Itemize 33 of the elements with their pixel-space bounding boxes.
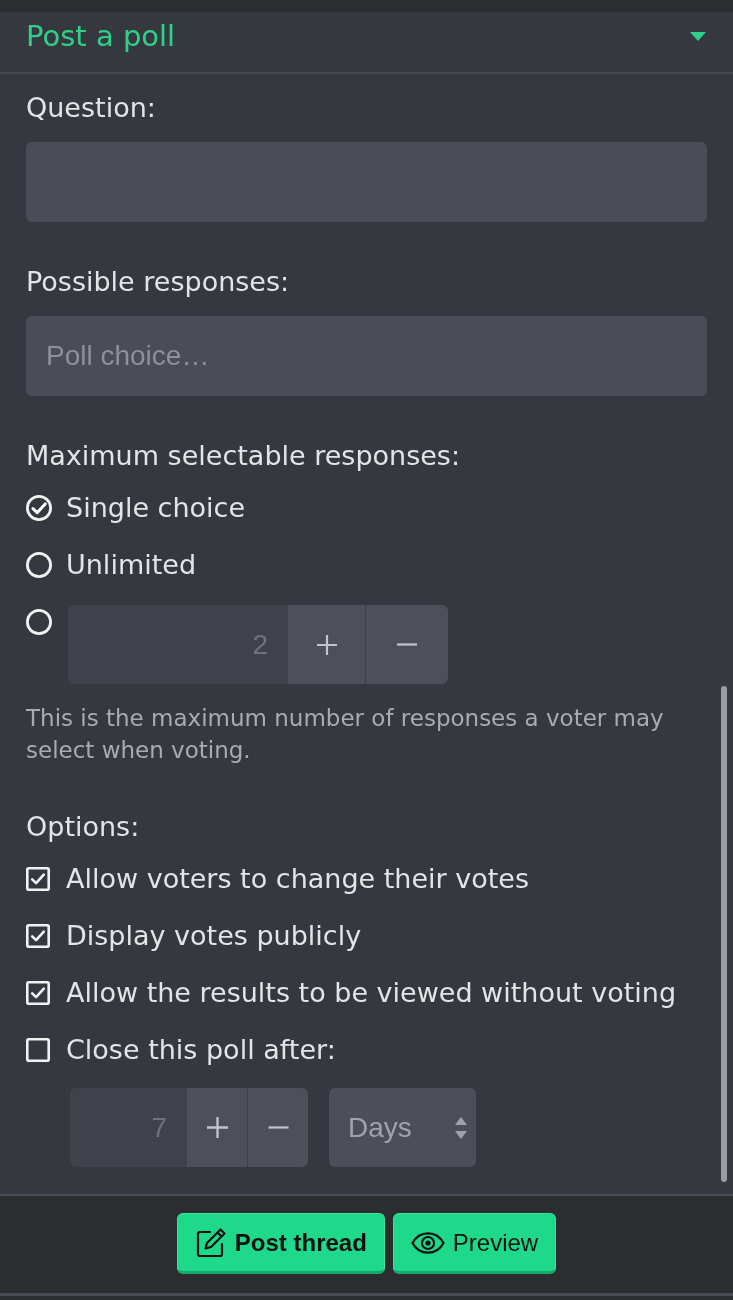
radio-button[interactable] (26, 552, 52, 578)
preview-button[interactable]: Preview (392, 1213, 557, 1274)
group-label: Maximum selectable responses: (26, 439, 462, 473)
option-label[interactable]: Allow voters to change their votes (66, 862, 529, 896)
scrollbar-thumb[interactable] (721, 686, 727, 1182)
checkbox[interactable] (26, 1038, 50, 1062)
post-thread-button[interactable]: Post thread (176, 1213, 385, 1274)
option-label[interactable]: Single choice (66, 491, 246, 525)
section-title[interactable]: Post a poll (26, 18, 176, 54)
caret-icon[interactable] (690, 31, 706, 41)
checkbox[interactable] (26, 924, 50, 948)
option-label[interactable]: Unlimited (66, 548, 197, 582)
plus-icon (316, 634, 337, 655)
radio-button[interactable] (26, 609, 52, 635)
minus-icon (397, 643, 417, 646)
minus-icon (267, 1126, 289, 1129)
radio-button[interactable] (26, 495, 52, 521)
field-label: Question: (26, 91, 157, 125)
checkbox[interactable] (26, 867, 50, 891)
eye-icon (410, 1231, 445, 1254)
updown-arrows-icon (455, 1116, 467, 1139)
option-label[interactable]: Display votes publicly (66, 919, 362, 953)
checkbox[interactable] (26, 981, 50, 1005)
increment-button[interactable] (187, 1088, 248, 1167)
plus-icon (206, 1117, 228, 1138)
edit-icon (194, 1226, 227, 1259)
help-text: This is the maximum number of responses a voter may select when voting. (26, 704, 665, 765)
question-input[interactable] (26, 142, 707, 222)
group-label: Options: (26, 810, 141, 844)
response-input[interactable]: Poll choice… (26, 316, 707, 396)
option-label[interactable]: Allow the results to be viewed without voting (66, 976, 677, 1010)
field-label: Possible responses: (26, 265, 291, 299)
option-label[interactable]: Close this poll after: (66, 1033, 336, 1067)
